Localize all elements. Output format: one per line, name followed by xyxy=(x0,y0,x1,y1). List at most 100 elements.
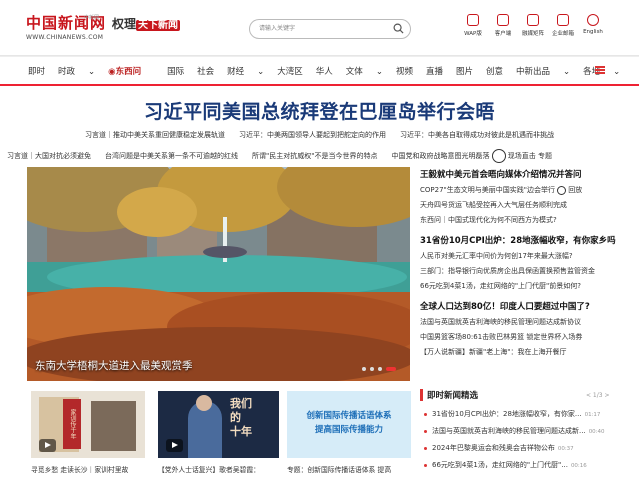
replay-label: 回放 xyxy=(568,186,583,194)
nav-item[interactable]: 文体 ⌄ xyxy=(346,65,383,77)
slider-dot-active[interactable] xyxy=(386,367,396,371)
news-text: 法国与英国就英吉利海峡的移民管理问题达成新... xyxy=(432,427,586,435)
banner-line-1: 创新国际传播话语体系 xyxy=(306,411,392,421)
nav-item[interactable]: 视频 xyxy=(396,65,413,77)
tool-media[interactable]: 融媒矩阵 xyxy=(518,14,548,37)
news-item[interactable]: 天舟四号货运飞船受控再入大气层任务顺利完成 xyxy=(420,200,620,210)
news-time: 01:17 xyxy=(584,412,601,418)
mail-icon xyxy=(557,14,569,26)
app-icon xyxy=(497,14,509,26)
sublinks-row-2: 习言道｜大国对抗必须避免 台湾问题是中美关系第一条不可逾越的红线 所谓"民主对抗… xyxy=(0,149,599,163)
thumb-scene xyxy=(91,401,136,451)
top-header: 中国新闻网 WWW.CHINANEWS.COM 中新网 权理 天下新闻 请输入关键… xyxy=(0,0,639,56)
tool-wap[interactable]: WAP版 xyxy=(458,14,488,37)
search-icon[interactable] xyxy=(393,23,404,34)
tool-label: English xyxy=(583,29,603,35)
search-placeholder: 请输入关键字 xyxy=(259,25,296,32)
menu-icon[interactable] xyxy=(595,66,605,74)
timely-news-item[interactable]: 66元吃到4菜1汤，走红网络的"上门代厨"... 00:16 xyxy=(424,460,619,470)
book-title: 家训传千年 xyxy=(63,399,81,449)
play-circle-icon xyxy=(557,185,567,195)
thumb-caption[interactable]: 【党外人士话复兴】歌者吴碧霞： xyxy=(158,464,280,474)
sublinks-row-1[interactable]: 习言道｜推动中美关系重回健康稳定发展轨道 习近平：中美两国领导人要起到把舵定向的… xyxy=(0,130,639,140)
thumb-caption[interactable]: 专题：创新国际传播话语体系 提高 xyxy=(287,464,411,474)
tool-english[interactable]: English xyxy=(578,14,608,37)
news-time: 00:37 xyxy=(557,446,574,452)
search-input[interactable]: 请输入关键字 xyxy=(249,19,411,39)
hero-image xyxy=(27,167,410,381)
tool-mail[interactable]: 企业邮箱 xyxy=(548,14,578,37)
news-headline[interactable]: 31省份10月CPI出炉：28地涨幅收窄，有你家乡吗 xyxy=(420,234,620,246)
nav-item[interactable]: 社会 xyxy=(197,65,214,77)
sublink[interactable]: 习言道｜大国对抗必须避免 台湾问题是中美关系第一条不可逾越的红线 所谓"民主对抗… xyxy=(7,152,489,160)
slider-dot[interactable] xyxy=(362,367,366,371)
toolbar: WAP版 客户端 融媒矩阵 企业邮箱 English xyxy=(458,14,608,37)
thumb-caption[interactable]: 寻觅乡愁 走读长沙｜家训村里故 xyxy=(31,464,149,474)
tool-label: 客户端 xyxy=(494,31,512,37)
news-item[interactable]: 东西问｜中国式现代化为何不同西方为模式? xyxy=(420,215,620,225)
news-time: 00:16 xyxy=(570,463,587,469)
news-item[interactable]: 【万人说新疆】新疆"老上海"：我在上海开餐厅 xyxy=(420,347,620,357)
video-thumb-2[interactable]: 我们的十年 xyxy=(158,391,279,458)
nav-item[interactable]: 国际 xyxy=(167,65,184,77)
slider-dot[interactable] xyxy=(378,367,382,371)
slider-dot[interactable] xyxy=(370,367,374,371)
banner-thumb[interactable]: 创新国际传播话语体系 提高国际传播能力 xyxy=(287,391,411,458)
nav-item[interactable]: 华人 xyxy=(316,65,333,77)
timely-news-item[interactable]: 2024年巴黎奥运会和残奥会吉祥物公布 00:37 xyxy=(424,443,619,453)
nav-label: 中新出品 xyxy=(516,66,551,77)
timely-news-item[interactable]: 法国与英国就英吉利海峡的移民管理问题达成新... 00:40 xyxy=(424,426,619,436)
play-circle-icon xyxy=(491,149,506,163)
news-item[interactable]: 三部门：指导银行向优质房企出具保函置换预售监管资金 xyxy=(420,266,620,276)
nav-item-dongxiwen[interactable]: ◉东西问 xyxy=(108,65,154,77)
play-icon[interactable] xyxy=(166,439,183,452)
news-item[interactable]: 66元吃到4菜1汤，走红网络的"上门代厨"前景如何? xyxy=(420,281,620,291)
video-thumb-1[interactable]: 家训传千年 xyxy=(31,391,145,458)
live-link[interactable]: 现场直击 xyxy=(491,149,536,163)
hero-caption: 东南大学梧桐大道进入最美观赏季 xyxy=(35,360,193,372)
timely-pager[interactable]: < 1/3 > xyxy=(586,392,610,399)
news-item[interactable]: COP27"生态文明与美丽中国实践"边会举行 回放 xyxy=(420,185,620,195)
timely-news-item[interactable]: 31省份10月CPI出炉：28地涨幅收窄，有你家... 01:17 xyxy=(424,409,619,419)
headline[interactable]: 习近平同美国总统拜登在巴厘岛举行会晤 xyxy=(0,97,639,124)
nav-item[interactable]: 直播 xyxy=(426,65,443,77)
nav-item[interactable]: 即时 xyxy=(28,65,45,77)
nav-item[interactable]: 时政 ⌄ xyxy=(58,65,95,77)
slider-dots xyxy=(362,367,396,371)
poster-line: 的 xyxy=(230,411,241,424)
hero-slider[interactable]: 东南大学梧桐大道进入最美观赏季 xyxy=(27,167,410,381)
news-item[interactable]: 中国男篮客场80:61击败巴林男篮 锁定世界杯入场券 xyxy=(420,332,620,342)
poster-line: 我们 xyxy=(230,397,252,410)
tool-app[interactable]: 客户端 xyxy=(488,14,518,37)
logo-domain: WWW.CHINANEWS.COM xyxy=(26,34,104,41)
news-text: 66元吃到4菜1汤，走红网络的"上门代厨"... xyxy=(432,461,568,469)
nav-item[interactable]: 大湾区 xyxy=(277,65,303,77)
nav-item[interactable]: 中新出品 ⌄ xyxy=(516,65,570,77)
news-text: 31省份10月CPI出炉：28地涨幅收窄，有你家... xyxy=(432,410,582,418)
slogan: 权理 天下新闻 xyxy=(112,15,181,32)
news-headline[interactable]: 全球人口达到80亿！印度人口要超过中国了? xyxy=(420,300,620,312)
nav-label: 财经 xyxy=(227,66,245,77)
nav-item[interactable]: 图片 xyxy=(456,65,473,77)
nav-item[interactable]: 创意 xyxy=(486,65,503,77)
nav-label: 时政 xyxy=(58,66,76,77)
main-nav: 即时 时政 ⌄ ◉东西问 国际 社会 财经 ⌄ 大湾区 华人 文体 ⌄ 视频 直播 图… xyxy=(0,56,639,86)
poster-title: 我们的十年 xyxy=(230,397,252,439)
singer-face xyxy=(196,395,212,411)
banner-line-2: 提高国际传播能力 xyxy=(314,425,383,435)
slogan-highlight: 天下新闻 xyxy=(136,20,181,31)
news-text: COP27"生态文明与美丽中国实践"边会举行 xyxy=(420,186,555,194)
news-item[interactable]: 法国与英国就英吉利海峡的移民管理问题达成新协议 xyxy=(420,317,620,327)
news-headline[interactable]: 王毅就中美元首会晤向媒体介绍情况并答问 xyxy=(420,168,620,180)
slogan-text: 权理 xyxy=(112,17,137,31)
logo-tag: 中新网 xyxy=(84,15,100,21)
nav-item[interactable]: 财经 ⌄ xyxy=(227,65,264,77)
tool-label: 融媒矩阵 xyxy=(521,31,544,37)
right-news-list: 王毅就中美元首会晤向媒体介绍情况并答问 COP27"生态文明与美丽中国实践"边会… xyxy=(420,168,620,362)
play-icon[interactable] xyxy=(39,439,56,452)
nav-label: 东西问 xyxy=(115,66,142,77)
grid-icon xyxy=(527,14,539,26)
news-time: 00:40 xyxy=(588,429,605,435)
news-item[interactable]: 人民币对美元汇率中间价为何创17年来最大涨幅? xyxy=(420,251,620,261)
topic-link[interactable]: 专题 xyxy=(538,152,552,160)
